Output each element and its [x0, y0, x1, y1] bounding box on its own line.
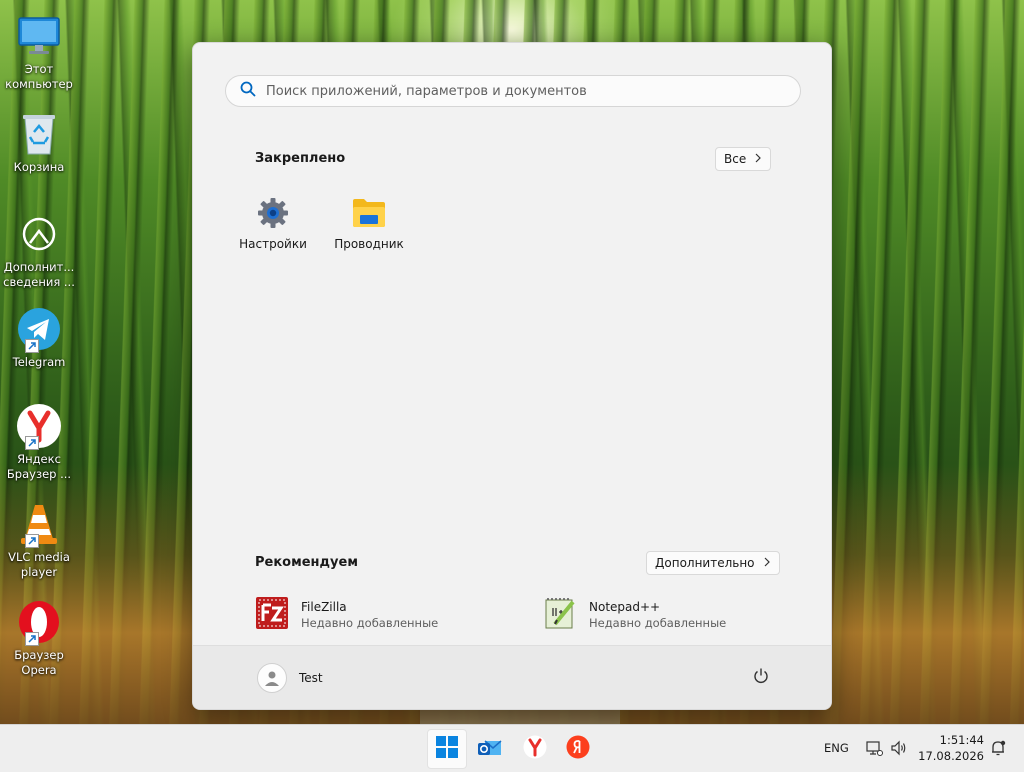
- network-icon[interactable]: [864, 738, 884, 758]
- yandex-browser-icon: [523, 735, 547, 763]
- notification-bell-icon[interactable]: [988, 738, 1008, 758]
- shortcut-arrow-icon: [25, 436, 39, 450]
- power-icon: [752, 667, 770, 689]
- telegram-icon: [15, 305, 63, 353]
- desktop-icon-label: Браузер Opera: [14, 648, 64, 677]
- recommended-item-name: FileZilla: [301, 600, 347, 614]
- volume-icon[interactable]: [889, 738, 909, 758]
- recommended-item-filezilla[interactable]: FileZilla Недавно добавленные: [255, 593, 525, 637]
- start-button[interactable]: [427, 729, 467, 769]
- pinned-app-label: Проводник: [334, 237, 404, 251]
- yandex-icon: [566, 735, 590, 763]
- clock-time: 1:51:44: [939, 733, 984, 747]
- shortcut-arrow-icon: [25, 632, 39, 646]
- taskbar: ENG 1:51:44 17.08.2026: [0, 724, 1024, 772]
- desktop-icon-vlc[interactable]: VLC media player: [2, 500, 76, 580]
- chevron-right-icon: [763, 556, 771, 570]
- start-menu-footer: Test: [193, 645, 831, 709]
- notepad-plus-plus-icon: [543, 596, 577, 634]
- power-button[interactable]: [749, 666, 773, 690]
- taskbar-outlook-button[interactable]: [470, 729, 510, 769]
- desktop-icon-label: Яндекс Браузер ...: [6, 452, 72, 481]
- start-search-box[interactable]: [225, 75, 801, 107]
- clock-date: 17.08.2026: [918, 749, 984, 763]
- info-circle-icon: [15, 210, 63, 258]
- desktop-icon-recycle-bin[interactable]: Корзина: [2, 110, 76, 175]
- desktop-icon-label: VLC media player: [8, 550, 70, 579]
- chevron-right-icon: [754, 152, 762, 166]
- settings-gear-icon: [255, 195, 291, 231]
- opera-icon: [15, 598, 63, 646]
- recycle-bin-icon: [15, 110, 63, 158]
- more-recommended-button[interactable]: Дополнительно: [646, 551, 780, 575]
- user-name: Test: [299, 671, 323, 685]
- avatar: [257, 663, 287, 693]
- desktop-icon-additional-info[interactable]: Дополнит... сведения ...: [2, 210, 76, 290]
- pinned-section-title: Закреплено: [255, 151, 346, 166]
- desktop-icon-telegram[interactable]: Telegram: [2, 305, 76, 370]
- shortcut-arrow-icon: [25, 339, 39, 353]
- search-icon: [240, 81, 256, 101]
- taskbar-yandex-button[interactable]: [558, 729, 598, 769]
- file-explorer-folder-icon: [351, 195, 387, 231]
- taskbar-clock[interactable]: 1:51:44 17.08.2026: [918, 732, 984, 764]
- desktop-icon-this-pc[interactable]: Этот компьютер: [2, 12, 76, 92]
- recommended-item-subtitle: Недавно добавленные: [589, 616, 727, 630]
- search-input[interactable]: [266, 83, 766, 99]
- recommended-item-notepad-plus-plus[interactable]: Notepad++ Недавно добавленные: [543, 593, 813, 637]
- vlc-cone-icon: [15, 500, 63, 548]
- computer-monitor-icon: [15, 12, 63, 60]
- recommended-item-name: Notepad++: [589, 600, 661, 614]
- more-button-label: Дополнительно: [655, 556, 755, 570]
- recommended-item-subtitle: Недавно добавленные: [301, 616, 439, 630]
- taskbar-yandex-browser-button[interactable]: [515, 729, 555, 769]
- desktop-icon-yandex-browser[interactable]: Яндекс Браузер ...: [2, 402, 76, 482]
- desktop-icon-label: Этот компьютер: [5, 62, 73, 91]
- user-account-button[interactable]: Test: [257, 662, 323, 694]
- start-menu: Закреплено Все Нас: [192, 42, 832, 710]
- filezilla-icon: [255, 596, 289, 634]
- all-apps-button[interactable]: Все: [715, 147, 772, 171]
- yandex-browser-icon: [15, 402, 63, 450]
- start-icon: [436, 736, 458, 762]
- pinned-app-label: Настройки: [239, 237, 307, 251]
- recommended-section-title: Рекомендуем: [255, 555, 358, 570]
- pinned-app-file-explorer[interactable]: Проводник: [321, 187, 417, 259]
- shortcut-arrow-icon: [25, 534, 39, 548]
- all-apps-label: Все: [724, 152, 747, 166]
- desktop-icon-opera[interactable]: Браузер Opera: [2, 598, 76, 678]
- desktop-icon-label: Корзина: [13, 160, 65, 174]
- pinned-app-settings[interactable]: Настройки: [225, 187, 321, 259]
- desktop-icon-label: Дополнит... сведения ...: [3, 260, 75, 289]
- input-language-indicator[interactable]: ENG: [824, 741, 849, 755]
- outlook-icon: [477, 735, 503, 763]
- desktop-icon-label: Telegram: [12, 355, 66, 369]
